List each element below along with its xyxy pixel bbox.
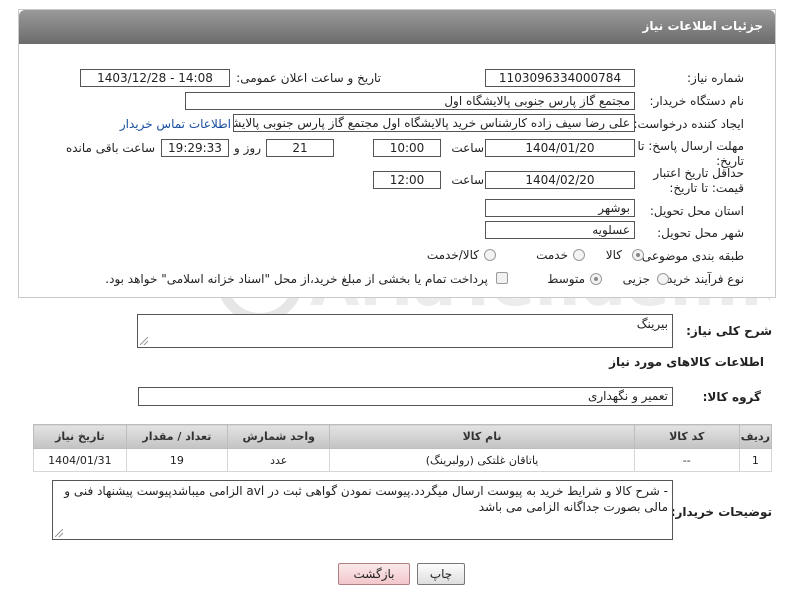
category-option-goods-service: کالا/خدمت [426, 248, 479, 262]
back-button[interactable]: بازگشت [338, 563, 410, 585]
reply-deadline-time-field[interactable]: 10:00 [373, 139, 441, 157]
treasury-payment-note: پرداخت تمام یا بخشی از مبلغ خرید،از محل … [105, 272, 488, 286]
buyer-notes-text: - شرح کالا و شرایط خرید به پیوست ارسال م… [64, 484, 668, 514]
category-radio-goods[interactable] [632, 249, 644, 261]
category-option-service: خدمت [536, 248, 568, 262]
col-header-row: ردیف [738, 424, 773, 449]
remaining-time-field[interactable]: 19:29:33 [161, 139, 229, 157]
cell-date: 1404/01/31 [33, 448, 127, 472]
price-validity-date-field[interactable]: 1404/02/20 [485, 171, 635, 189]
province-field[interactable]: بوشهر [485, 199, 635, 217]
category-radio-goods-service[interactable] [484, 249, 496, 261]
need-number-label: شماره نیاز: [687, 71, 744, 85]
announce-datetime-field[interactable]: 1403/12/28 - 14:08 [80, 69, 230, 87]
reply-deadline-time-label: ساعت [451, 141, 484, 155]
category-radio-service[interactable] [573, 249, 585, 261]
city-field[interactable]: عسلویه [485, 221, 635, 239]
price-validity-time-field[interactable]: 12:00 [373, 171, 441, 189]
requester-label: ایجاد کننده درخواست: [633, 117, 744, 131]
remaining-time-label: ساعت باقی مانده [65, 141, 155, 155]
purchase-type-option-minor: جزیی [622, 272, 650, 286]
summary-label: شرح کلی نیاز: [686, 324, 772, 338]
days-label: روز و [234, 141, 261, 155]
table-header-row: ردیف کد کالا نام کالا واحد شمارش تعداد /… [33, 424, 773, 449]
cell-unit: عدد [227, 448, 331, 472]
cell-row: 1 [738, 448, 773, 472]
remaining-days-field[interactable]: 21 [266, 139, 334, 157]
print-button[interactable]: چاپ [417, 563, 465, 585]
col-header-quantity: تعداد / مقدار [125, 424, 229, 449]
resize-grip-icon[interactable] [140, 337, 148, 345]
goods-section-title: اطلاعات کالاهای مورد نیاز [609, 355, 764, 369]
purchase-type-label: نوع فرآیند خرید : [659, 272, 744, 286]
reply-deadline-label: مهلت ارسال پاسخ: تا تاریخ: [637, 139, 744, 168]
goods-group-label: گروه کالا: [702, 390, 761, 404]
cell-code: -- [633, 448, 740, 472]
category-option-goods: کالا [605, 248, 622, 262]
summary-textarea[interactable]: بیرینگ [137, 314, 673, 348]
city-label: شهر محل تحویل: [657, 226, 744, 240]
buyer-notes-label: توضیحات خریدار: [670, 505, 772, 519]
announce-datetime-label: تاریخ و ساعت اعلان عمومی: [236, 71, 381, 85]
province-label: استان محل تحویل: [649, 204, 744, 218]
summary-text: بیرینگ [636, 317, 668, 331]
purchase-type-radio-medium[interactable] [590, 273, 602, 285]
col-header-date: تاریخ نیاز [33, 424, 127, 449]
buyer-contact-link[interactable]: اطلاعات تماس خریدار [120, 117, 231, 131]
panel-header: جزئیات اطلاعات نیاز [19, 10, 775, 44]
col-header-code: کد کالا [633, 424, 740, 449]
page-title: جزئیات اطلاعات نیاز [642, 19, 763, 33]
need-number-field[interactable]: 1103096334000784 [485, 69, 635, 87]
resize-grip-icon[interactable] [55, 529, 63, 537]
col-header-unit: واحد شمارش [227, 424, 331, 449]
buyer-org-label: نام دستگاه خریدار: [649, 94, 745, 108]
category-label: طبقه بندی موضوعی: [637, 249, 744, 263]
goods-table: ردیف کد کالا نام کالا واحد شمارش تعداد /… [33, 424, 773, 472]
treasury-payment-checkbox[interactable] [496, 272, 508, 284]
goods-group-field[interactable]: تعمیر و نگهداری [138, 387, 673, 406]
cell-name: یاتاقان غلتکی (رولبرینگ) [329, 448, 635, 472]
col-header-name: نام کالا [329, 424, 635, 449]
purchase-type-radio-minor[interactable] [657, 273, 669, 285]
purchase-type-option-medium: متوسط [547, 272, 585, 286]
price-validity-label: حداقل تاریخ اعتبار قیمت: تا تاریخ: [653, 166, 744, 195]
buyer-org-field[interactable]: مجتمع گاز پارس جنوبی پالایشگاه اول [185, 92, 635, 110]
cell-quantity: 19 [125, 448, 229, 472]
requester-field[interactable]: علی رضا سیف زاده کارشناس خرید پالایشگاه … [233, 114, 635, 132]
price-validity-time-label: ساعت [451, 173, 484, 187]
table-row[interactable]: 1 -- یاتاقان غلتکی (رولبرینگ) عدد 19 140… [33, 448, 773, 472]
reply-deadline-date-field[interactable]: 1404/01/20 [485, 139, 635, 157]
buyer-notes-textarea[interactable]: - شرح کالا و شرایط خرید به پیوست ارسال م… [52, 480, 673, 540]
